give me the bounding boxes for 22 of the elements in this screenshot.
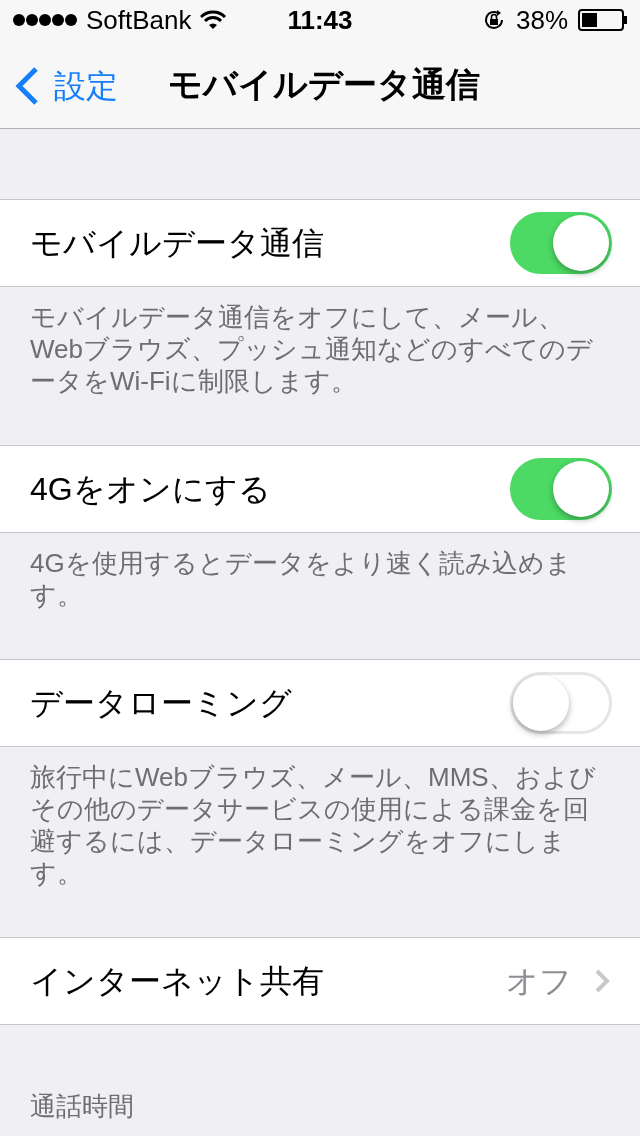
section-footer: モバイルデータ通信をオフにして、メール、Webブラウズ、プッシュ通知などのすべてのデータをWi-Fiに制限します。 (30, 301, 610, 397)
section-footer: 旅行中にWebブラウズ、メール、MMS、およびその他のデータサービスの使用による課金を回避するには、データローミングをオフにします。 (30, 761, 610, 889)
row-label: モバイルデータ通信 (30, 224, 325, 263)
row-label: インターネット共有 (30, 962, 325, 1001)
clock-time: 11:43 (287, 3, 353, 37)
chevron-icon (594, 968, 610, 994)
battery-percentage: 38% (515, 3, 568, 37)
back-button[interactable]: 設定 (14, 62, 118, 110)
back-chevron-icon (14, 66, 40, 106)
toggle-switch[interactable] (510, 458, 612, 520)
battery-icon (578, 9, 628, 31)
nav-title: モバイルデータ通信 (168, 64, 480, 103)
row-value: オフ (506, 962, 572, 1001)
row-label: データローミング (30, 684, 293, 723)
settings-row[interactable]: インターネット共有 オフ (0, 937, 640, 1025)
section-footer: 4Gを使用するとデータをより速く読み込めます。 (30, 547, 610, 611)
toggle-switch[interactable] (510, 212, 612, 274)
wifi-icon (199, 10, 226, 30)
signal-strength-icon (12, 13, 78, 27)
carrier-name: SoftBank (86, 3, 192, 37)
section-header: 通話時間 (29, 1090, 135, 1123)
row-label: 4Gをオンにする (30, 470, 272, 509)
